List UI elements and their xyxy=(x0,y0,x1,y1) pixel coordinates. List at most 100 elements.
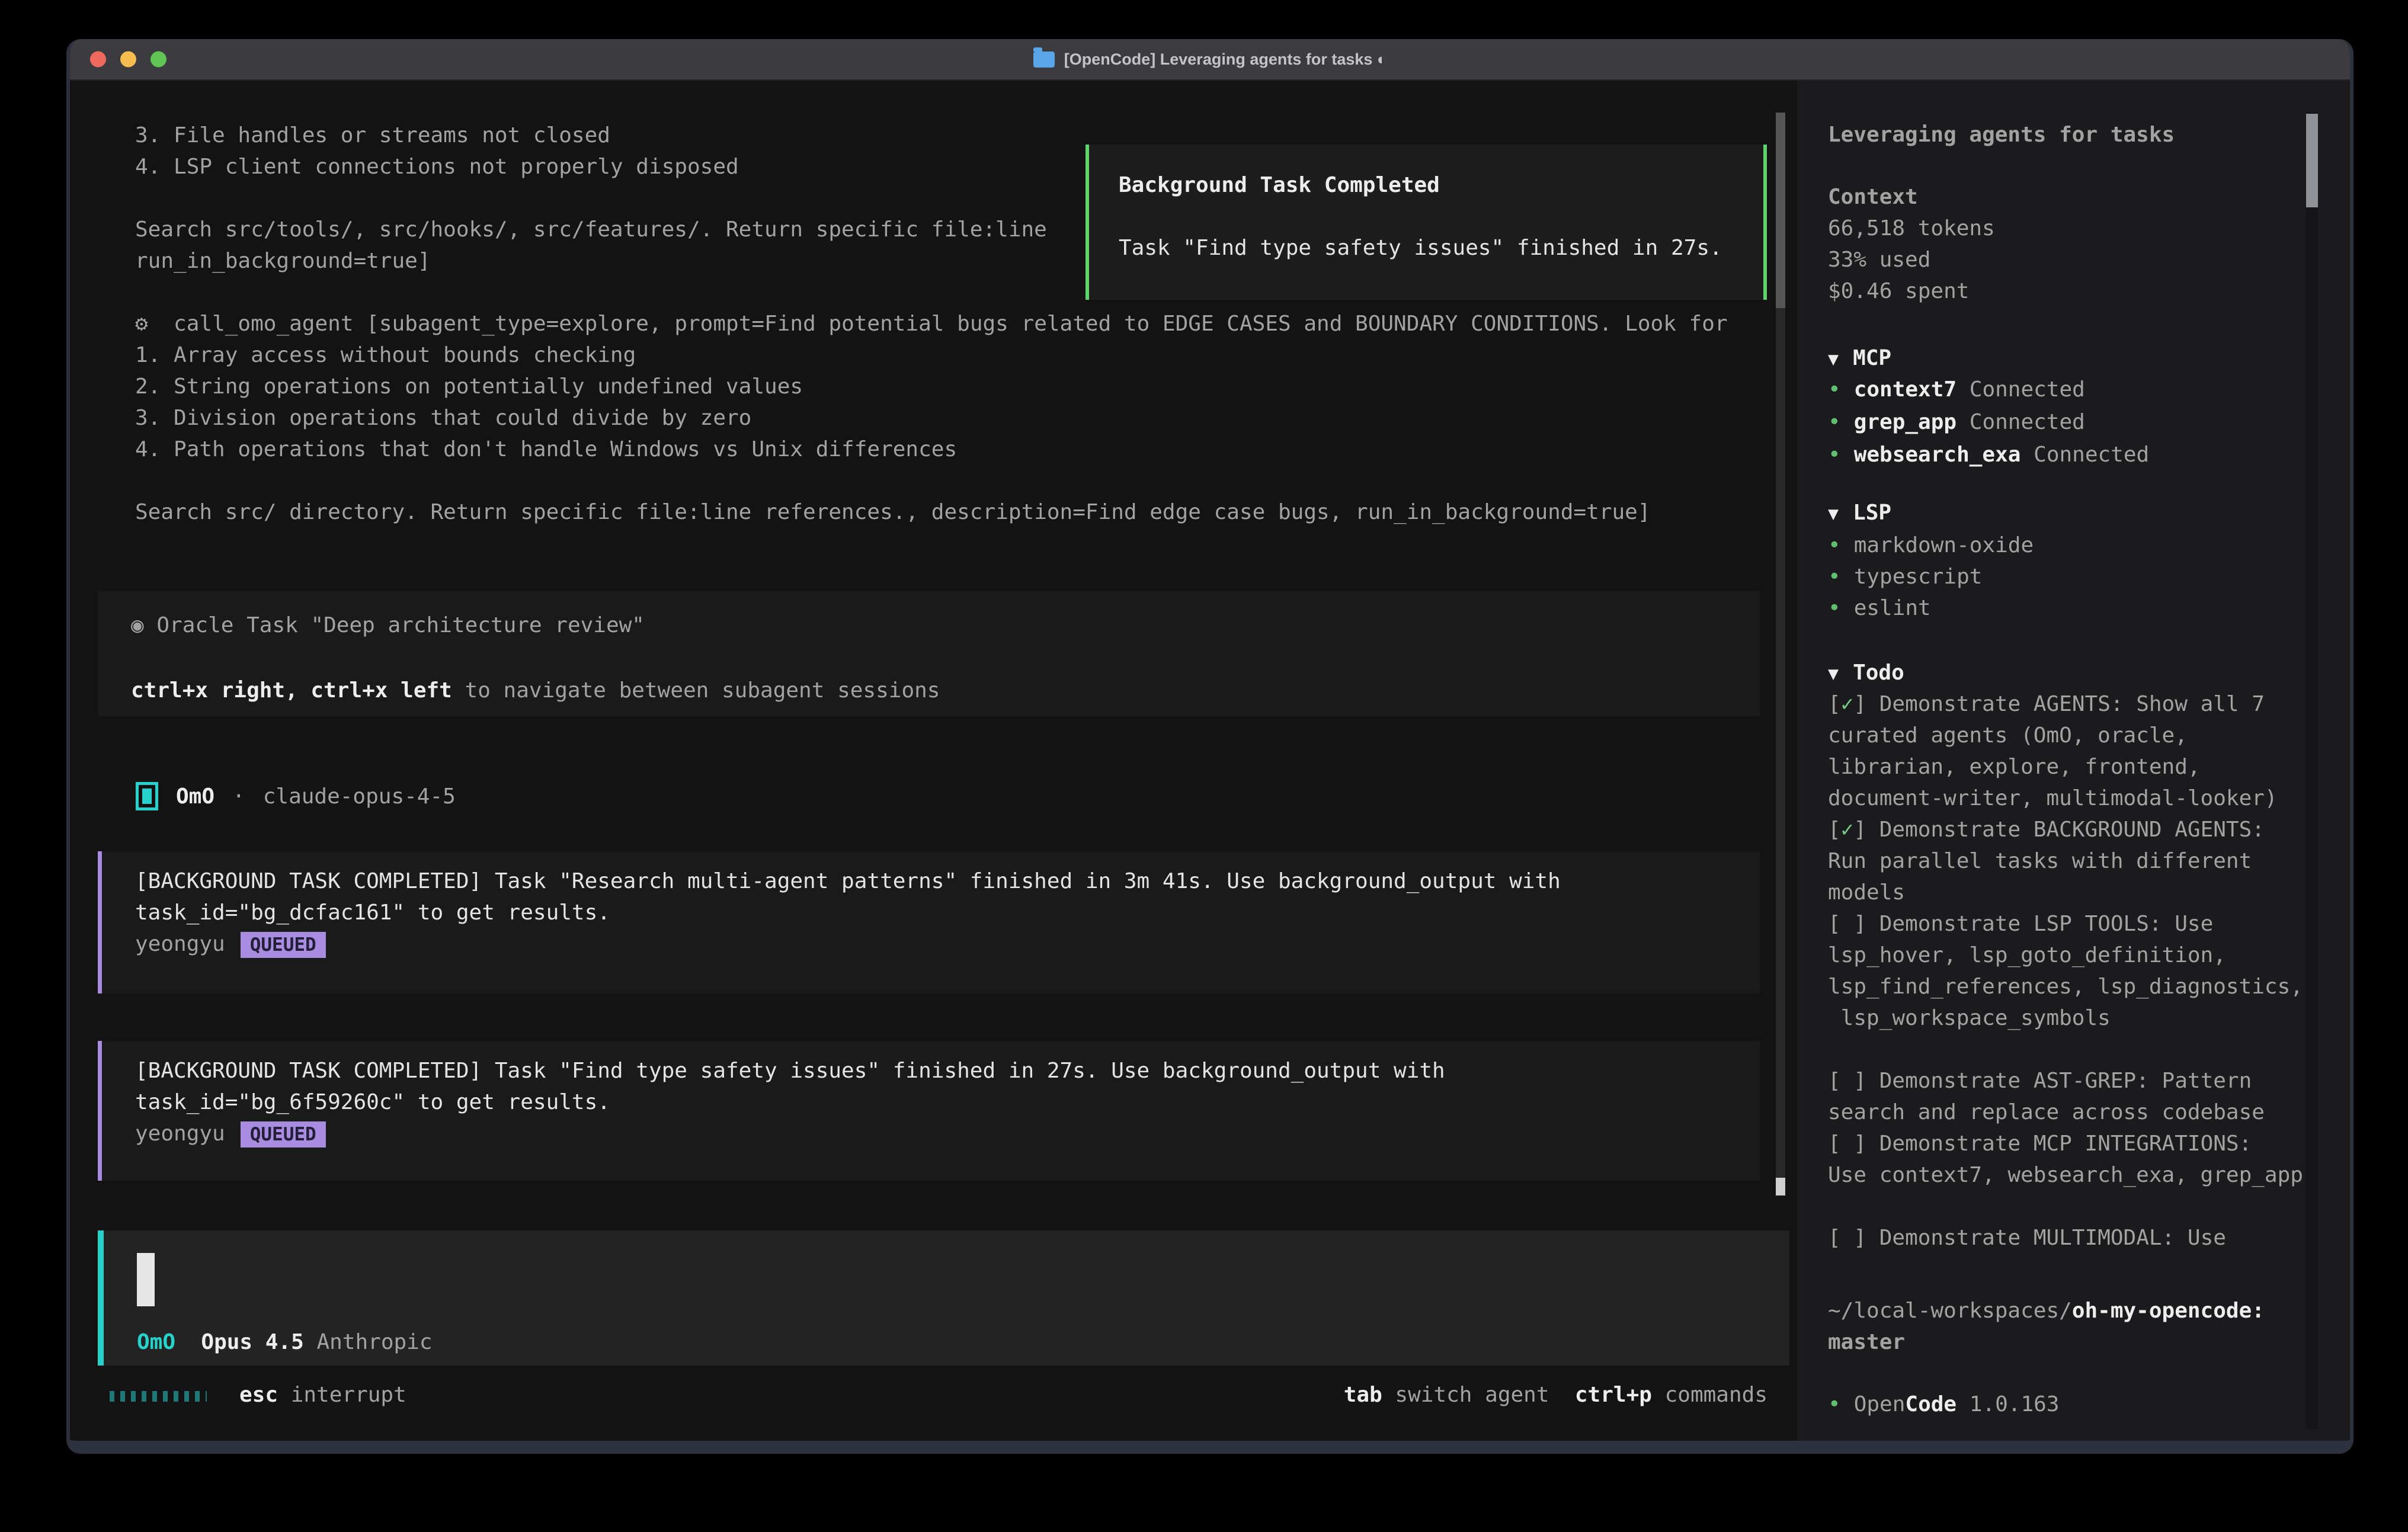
terminal-line: run_in_background=true] xyxy=(135,248,431,274)
terminal-line: 4. Path operations that don't handle Win… xyxy=(135,437,957,463)
status-badge: QUEUED xyxy=(241,1121,326,1148)
todo-section-header[interactable]: ▼Todo xyxy=(1828,661,1904,685)
task-message-line: [BACKGROUND TASK COMPLETED] Task "Find t… xyxy=(135,1059,1445,1083)
toast-notification: Background Task Completed Task "Find typ… xyxy=(1085,145,1767,300)
window-title-text: [OpenCode] Leveraging agents for tasks ◐ xyxy=(1064,50,1386,69)
task-message-line: task_id="bg_dcfac161" to get results. xyxy=(135,900,610,925)
todo-item-done: [✓] Demonstrate AGENTS: Show all 7 xyxy=(1828,692,2265,716)
terminal-line: 3. File handles or streams not closed xyxy=(135,123,610,149)
todo-item-line: models xyxy=(1828,880,1905,905)
empty-checkbox xyxy=(1841,912,1854,936)
zoom-button[interactable] xyxy=(150,52,166,68)
context-used: 33% used xyxy=(1828,248,1930,272)
oracle-task-title: ◉ Oracle Task "Deep architecture review" xyxy=(131,613,645,637)
todo-item-line: search and replace across codebase xyxy=(1828,1100,2265,1124)
terminal-content: 3. File handles or streams not closed 4.… xyxy=(70,81,2350,1441)
empty-checkbox xyxy=(1841,1226,1854,1250)
lsp-item: •markdown-oxide xyxy=(1828,533,2034,557)
terminal-line: 1. Array access without bounds checking xyxy=(135,342,636,368)
status-dot-icon: • xyxy=(1828,443,1841,467)
model-indicator: OmO Opus 4.5 Anthropic xyxy=(137,1330,433,1354)
agent-header: OmO · claude-opus-4-5 xyxy=(136,782,456,810)
session-sidebar: Leveraging agents for tasks Context 66,5… xyxy=(1797,81,2350,1441)
lsp-item: •eslint xyxy=(1828,596,1931,620)
todo-item-pending: [ ] Demonstrate MCP INTEGRATIONS: xyxy=(1828,1132,2252,1156)
toast-title: Background Task Completed xyxy=(1119,173,1440,197)
empty-checkbox xyxy=(1841,1069,1854,1093)
status-dot-icon: • xyxy=(1828,1392,1841,1416)
agent-name: OmO xyxy=(176,784,214,809)
todo-item-active: [ ] Demonstrate LSP TOOLS: Use xyxy=(1828,912,2213,936)
todo-item-line: document-writer, multimodal-looker) xyxy=(1828,786,2278,810)
status-dot-icon: • xyxy=(1828,565,1841,589)
mcp-section-header[interactable]: ▼MCP xyxy=(1828,346,1891,370)
app-version: •OpenCode 1.0.163 xyxy=(1828,1392,2059,1416)
sidebar-scrollbar-thumb[interactable] xyxy=(2306,114,2318,207)
task-message-meta: yeongyu QUEUED xyxy=(135,932,326,958)
lsp-item: •typescript xyxy=(1828,565,1982,589)
task-message-line: task_id="bg_6f59260c" to get results. xyxy=(135,1090,610,1114)
workspace-path: ~/local-workspaces/oh-my-opencode: xyxy=(1828,1299,2265,1323)
background-task-message: [BACKGROUND TASK COMPLETED] Task "Find t… xyxy=(98,1041,1760,1181)
oracle-task-panel: ◉ Oracle Task "Deep architecture review"… xyxy=(98,591,1760,716)
terminal-line: 3. Division operations that could divide… xyxy=(135,405,751,431)
subagent-nav-hint: ctrl+x right, ctrl+x left to navigate be… xyxy=(131,678,940,703)
check-icon: ✓ xyxy=(1841,692,1854,716)
tool-call-line: ⚙ call_omo_agent [subagent_type=explore,… xyxy=(135,311,1728,337)
chevron-down-icon: ▼ xyxy=(1828,349,1839,370)
todo-item-line: lsp_hover, lsp_goto_definition, xyxy=(1828,943,2226,967)
check-icon: ✓ xyxy=(1841,818,1854,842)
keybind-hints: tab switch agent ctrl+p commands xyxy=(1344,1383,1767,1407)
empty-checkbox xyxy=(1841,1132,1854,1156)
username: yeongyu xyxy=(135,1121,225,1146)
git-branch: master xyxy=(1828,1330,1905,1354)
todo-item-line: lsp_workspace_symbols xyxy=(1828,1006,2111,1030)
mcp-item: •grep_app Connected xyxy=(1828,410,2085,434)
session-title: Leveraging agents for tasks xyxy=(1828,123,2175,147)
context-heading: Context xyxy=(1828,185,1918,209)
todo-item-line: librarian, explore, frontend, xyxy=(1828,755,2201,779)
username: yeongyu xyxy=(135,932,225,956)
gear-icon: ⚙ xyxy=(135,312,148,336)
sidebar-scrollbar[interactable] xyxy=(2306,113,2318,1429)
status-dot-icon: • xyxy=(1828,377,1841,402)
prompt-input[interactable]: OmO Opus 4.5 Anthropic xyxy=(98,1230,1789,1366)
minimize-button[interactable] xyxy=(120,52,136,68)
terminal-window: [OpenCode] Leveraging agents for tasks ◐… xyxy=(66,39,2353,1454)
tool-call-text: call_omo_agent [subagent_type=explore, p… xyxy=(174,312,1728,336)
traffic-lights xyxy=(90,52,166,68)
main-scrollbar-cap[interactable] xyxy=(1776,1178,1785,1196)
terminal-line: 4. LSP client connections not properly d… xyxy=(135,154,739,180)
todo-item-line: Use context7, websearch_exa, grep_app xyxy=(1828,1163,2303,1187)
status-badge: QUEUED xyxy=(241,932,326,958)
background-task-message: [BACKGROUND TASK COMPLETED] Task "Resear… xyxy=(98,851,1760,993)
interrupt-hint: esc interrupt xyxy=(239,1383,406,1407)
todo-item-line: Run parallel tasks with different xyxy=(1828,849,2252,873)
chevron-down-icon: ▼ xyxy=(1828,504,1839,524)
status-dot-icon: • xyxy=(1828,533,1841,557)
toast-message: Task "Find type safety issues" finished … xyxy=(1119,236,1722,260)
context-tokens: 66,518 tokens xyxy=(1828,216,1995,241)
task-message-meta: yeongyu QUEUED xyxy=(135,1121,326,1148)
terminal-line: 2. String operations on potentially unde… xyxy=(135,374,803,400)
todo-item-done: [✓] Demonstrate BACKGROUND AGENTS: xyxy=(1828,818,2265,842)
separator-dot: · xyxy=(232,784,245,809)
chevron-down-icon: ▼ xyxy=(1828,664,1839,684)
window-titlebar[interactable]: [OpenCode] Leveraging agents for tasks ◐ xyxy=(70,39,2350,81)
mcp-item: •context7 Connected xyxy=(1828,377,2085,402)
terminal-line: Search src/tools/, src/hooks/, src/featu… xyxy=(135,217,1047,243)
agent-model: claude-opus-4-5 xyxy=(263,784,456,809)
todo-item-line: curated agents (OmO, oracle, xyxy=(1828,723,2188,748)
context-spent: $0.46 spent xyxy=(1828,279,1969,303)
status-dot-icon: • xyxy=(1828,410,1841,434)
close-button[interactable] xyxy=(90,52,106,68)
main-scrollbar-thumb[interactable] xyxy=(1776,113,1785,308)
window-title: [OpenCode] Leveraging agents for tasks ◐ xyxy=(1033,50,1386,69)
main-scrollbar[interactable] xyxy=(1776,113,1785,1196)
task-message-line: [BACKGROUND TASK COMPLETED] Task "Resear… xyxy=(135,869,1561,893)
agent-square-icon xyxy=(136,782,158,810)
todo-item-line: lsp_find_references, lsp_diagnostics, xyxy=(1828,975,2303,999)
lsp-section-header[interactable]: ▼LSP xyxy=(1828,501,1891,525)
mcp-item: •websearch_exa Connected xyxy=(1828,443,2149,467)
terminal-line: Search src/ directory. Return specific f… xyxy=(135,499,1651,525)
